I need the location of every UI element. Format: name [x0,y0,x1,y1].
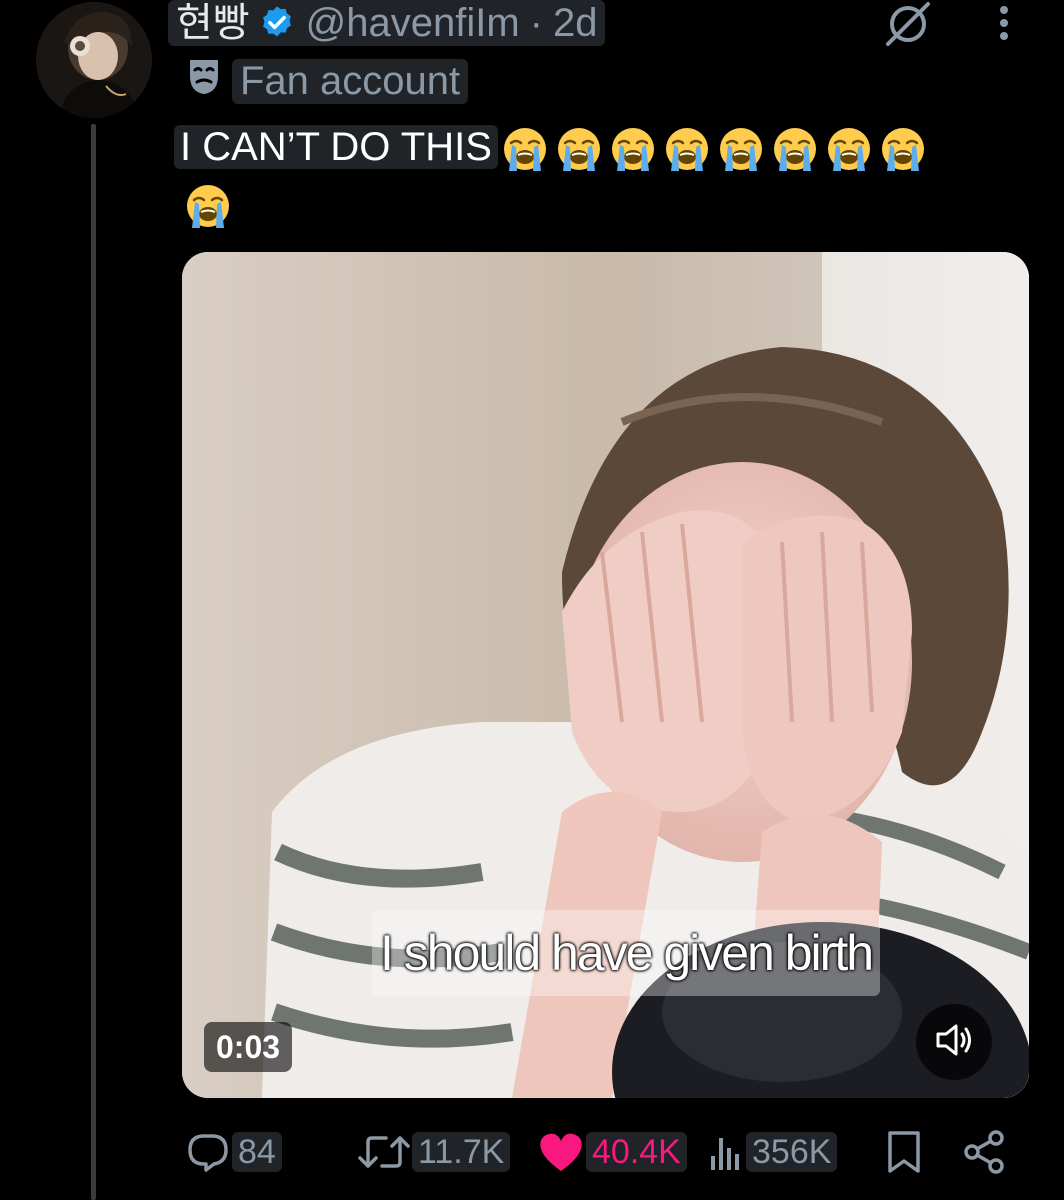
loudly-crying-face-icon [771,125,819,173]
loudly-crying-face-icon [719,128,762,172]
loudly-crying-face-icon [555,125,603,173]
thread-line [91,124,96,1200]
loudly-crying-face-icon [611,128,654,172]
mute-toggle-button[interactable] [916,1004,992,1080]
share-button[interactable] [962,1128,1006,1176]
loudly-crying-face-icon [665,128,708,172]
timestamp[interactable]: 2d [553,0,598,46]
verified-badge-icon [258,4,296,42]
fan-account-label: Fan account [232,58,469,104]
bookmark-button[interactable] [884,1128,924,1176]
fan-account-mask-icon [186,56,222,106]
loudly-crying-face-icon [881,128,924,172]
grok-icon[interactable] [882,0,934,48]
author-handle[interactable]: @havenfiIm [306,0,520,46]
loudly-crying-face-icon [879,125,927,173]
views-icon [708,1132,744,1172]
more-icon[interactable] [990,2,1018,44]
emoji-line2 [184,182,236,234]
views-button[interactable]: 356K [708,1128,838,1176]
loudly-crying-face-icon [557,128,600,172]
speaker-icon [934,1022,974,1063]
loudly-crying-face-icon [717,125,765,173]
video-player[interactable]: I should have given birth 0:03 [182,252,1029,1098]
like-button[interactable]: 40.4K [538,1128,687,1176]
reply-count: 84 [232,1132,282,1172]
repost-button[interactable]: 11.7K [358,1128,511,1176]
reply-icon [186,1130,230,1174]
author-display-name[interactable]: 현빵 [176,0,250,46]
account-label: Fan account [186,56,469,106]
loudly-crying-face-icon [825,125,873,173]
video-duration: 0:03 [204,1022,293,1072]
avatar[interactable] [36,2,152,118]
tweet-body: I CAN’T DO THIS [174,125,498,169]
loudly-crying-face-icon [663,125,711,173]
share-icon [962,1129,1006,1175]
like-icon [538,1131,584,1173]
repost-icon [358,1130,410,1174]
video-subtitle: I should have given birth [372,910,881,996]
header-separator: · [529,1,543,45]
repost-count: 11.7K [412,1132,511,1172]
loudly-crying-face-icon [187,185,229,228]
action-bar: 84 11.7K 40.4K 356K [0,1128,1064,1176]
emoji-row [498,125,930,172]
loudly-crying-face-icon [827,128,870,172]
tweet-header: 현빵 @havenfiIm · 2d [168,0,606,46]
views-count: 356K [746,1132,838,1172]
reply-button[interactable]: 84 [186,1128,282,1176]
loudly-crying-face-icon [773,128,816,172]
loudly-crying-face-icon [501,125,549,173]
loudly-crying-face-icon [503,128,546,172]
tweet-text: I CAN’T DO THIS [174,120,994,174]
loudly-crying-face-icon [609,125,657,173]
like-count: 40.4K [586,1132,687,1172]
bookmark-icon [884,1129,924,1175]
